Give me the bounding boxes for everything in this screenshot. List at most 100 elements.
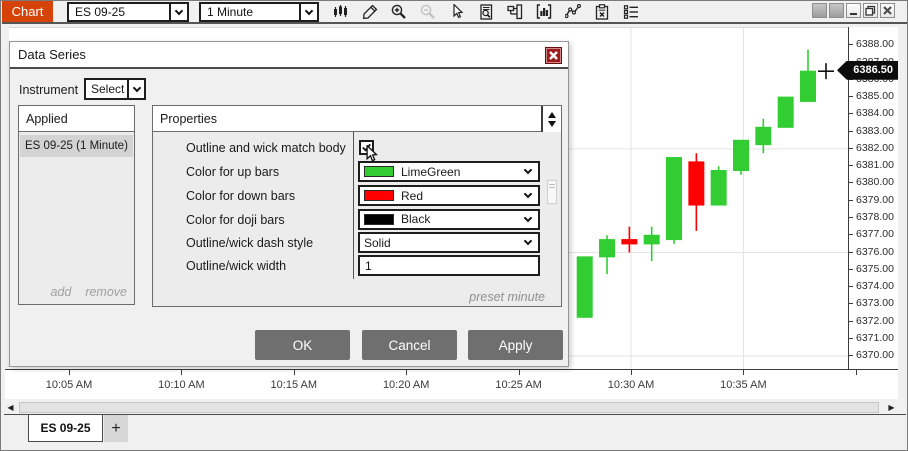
price-label: 6379.00 bbox=[856, 194, 894, 206]
data-box-icon[interactable] bbox=[477, 3, 495, 21]
scroll-up-icon[interactable] bbox=[548, 112, 556, 118]
price-tick bbox=[849, 338, 853, 339]
price-label: 6375.00 bbox=[856, 263, 894, 275]
last-price-marker: 6386.50 bbox=[837, 61, 898, 80]
wick-width-input[interactable] bbox=[358, 255, 540, 276]
chart-style-icon[interactable] bbox=[332, 3, 350, 21]
zoom-out-icon[interactable] bbox=[419, 3, 437, 21]
properties-list-icon[interactable] bbox=[622, 3, 640, 21]
apply-button[interactable]: Apply bbox=[468, 330, 563, 360]
price-label: 6383.00 bbox=[856, 125, 894, 137]
time-label: 10:05 AM bbox=[34, 379, 104, 391]
chart-tab[interactable]: Chart bbox=[2, 1, 53, 22]
candle bbox=[756, 127, 771, 144]
candle bbox=[711, 171, 726, 206]
price-tick bbox=[849, 182, 853, 183]
property-row: Outline/wick dash style Solid bbox=[153, 232, 561, 254]
price-label: 6377.00 bbox=[856, 228, 894, 240]
time-label: 10:10 AM bbox=[146, 379, 216, 391]
tab-es-09-25[interactable]: ES 09-25 bbox=[28, 415, 103, 442]
chevron-down-icon bbox=[524, 190, 532, 198]
price-tick bbox=[849, 269, 853, 270]
color-swatch bbox=[364, 190, 394, 201]
chevron-down-icon[interactable] bbox=[169, 4, 187, 20]
scroll-left-button[interactable]: ◀ bbox=[4, 401, 17, 414]
price-label: 6382.00 bbox=[856, 142, 894, 154]
drawing-tools-icon[interactable] bbox=[361, 3, 379, 21]
price-label: 6373.00 bbox=[856, 297, 894, 309]
time-label: 10:35 AM bbox=[708, 379, 778, 391]
properties-header: Properties bbox=[153, 106, 561, 132]
cursor-icon[interactable] bbox=[448, 3, 466, 21]
price-tick bbox=[849, 252, 853, 253]
minimize-button[interactable] bbox=[846, 3, 861, 18]
price-label: 6381.00 bbox=[856, 159, 894, 171]
chart-trader-icon[interactable] bbox=[506, 3, 524, 21]
instrument-combobox[interactable]: ES 09-25 bbox=[67, 2, 189, 22]
property-row: Color for doji bars Black bbox=[153, 209, 561, 231]
ok-button[interactable]: OK bbox=[255, 330, 350, 360]
indicators-icon[interactable] bbox=[535, 3, 553, 21]
time-label: 10:15 AM bbox=[259, 379, 329, 391]
scroll-down-icon[interactable] bbox=[548, 121, 556, 127]
dialog-titlebar[interactable]: Data Series bbox=[10, 42, 568, 69]
dialog-title: Data Series bbox=[18, 47, 86, 62]
instrument-combobox-value: ES 09-25 bbox=[69, 4, 169, 20]
price-label: 6370.00 bbox=[856, 349, 894, 361]
window-controls bbox=[812, 3, 895, 18]
property-row: Outline and wick match body bbox=[153, 137, 561, 159]
time-tick bbox=[406, 370, 407, 375]
up-bar-color-select[interactable]: LimeGreen bbox=[358, 161, 540, 182]
applied-header: Applied bbox=[19, 106, 134, 132]
down-bar-color-select[interactable]: Red bbox=[358, 185, 540, 206]
add-tab-button[interactable]: + bbox=[104, 415, 128, 442]
maximize-button[interactable] bbox=[863, 3, 878, 18]
doji-bar-color-select[interactable]: Black bbox=[358, 209, 540, 230]
candle bbox=[734, 140, 749, 170]
chevron-down-icon[interactable] bbox=[299, 4, 317, 20]
applied-panel: Applied ES 09-25 (1 Minute) add remove bbox=[18, 105, 135, 305]
close-button[interactable] bbox=[880, 3, 895, 18]
price-label: 6376.00 bbox=[856, 246, 894, 258]
scroll-thumb[interactable] bbox=[19, 402, 879, 413]
time-tick bbox=[743, 370, 744, 375]
dialog-close-button[interactable] bbox=[545, 47, 562, 64]
price-tick bbox=[849, 165, 853, 166]
instrument-select-combo[interactable]: Select bbox=[84, 78, 146, 100]
color-swatch bbox=[364, 214, 394, 225]
strategies-icon[interactable] bbox=[593, 3, 611, 21]
price-label: 6378.00 bbox=[856, 211, 894, 223]
properties-scrollbar-thumb[interactable] bbox=[547, 180, 557, 204]
properties-scroll-spinner[interactable] bbox=[541, 106, 561, 132]
window-grid-1-button[interactable] bbox=[812, 3, 827, 18]
price-tick bbox=[849, 96, 853, 97]
time-tick bbox=[856, 370, 857, 375]
dash-style-select[interactable]: Solid bbox=[358, 232, 540, 253]
scroll-right-button[interactable]: ▶ bbox=[885, 401, 898, 414]
price-label: 6384.00 bbox=[856, 107, 894, 119]
line-study-icon[interactable] bbox=[564, 3, 582, 21]
zoom-in-icon[interactable] bbox=[390, 3, 408, 21]
property-label: Color for down bars bbox=[186, 185, 295, 207]
properties-panel: Properties Outline and wick match body C… bbox=[152, 105, 562, 307]
property-row: Color for down bars Red bbox=[153, 185, 561, 207]
candle bbox=[801, 71, 816, 101]
candle bbox=[778, 97, 793, 127]
candle bbox=[689, 162, 704, 205]
add-link[interactable]: add bbox=[50, 285, 71, 299]
chevron-down-icon bbox=[524, 166, 532, 174]
candle bbox=[622, 240, 637, 244]
horizontal-scrollbar[interactable]: ◀ ▶ bbox=[4, 401, 898, 414]
preset-link[interactable]: preset minute bbox=[469, 290, 545, 304]
cancel-button[interactable]: Cancel bbox=[362, 330, 457, 360]
interval-combobox[interactable]: 1 Minute bbox=[199, 2, 319, 22]
applied-item[interactable]: ES 09-25 (1 Minute) bbox=[20, 135, 133, 157]
price-tick bbox=[849, 113, 853, 114]
price-label: 6388.00 bbox=[856, 38, 894, 50]
remove-link[interactable]: remove bbox=[85, 285, 127, 299]
window-grid-2-button[interactable] bbox=[829, 3, 844, 18]
chart-toolbar: Chart ES 09-25 1 Minute bbox=[2, 1, 907, 24]
candle bbox=[644, 235, 659, 244]
time-axis[interactable]: 10:05 AM10:10 AM10:15 AM10:20 AM10:25 AM… bbox=[5, 369, 898, 399]
chevron-down-icon[interactable] bbox=[127, 80, 144, 98]
